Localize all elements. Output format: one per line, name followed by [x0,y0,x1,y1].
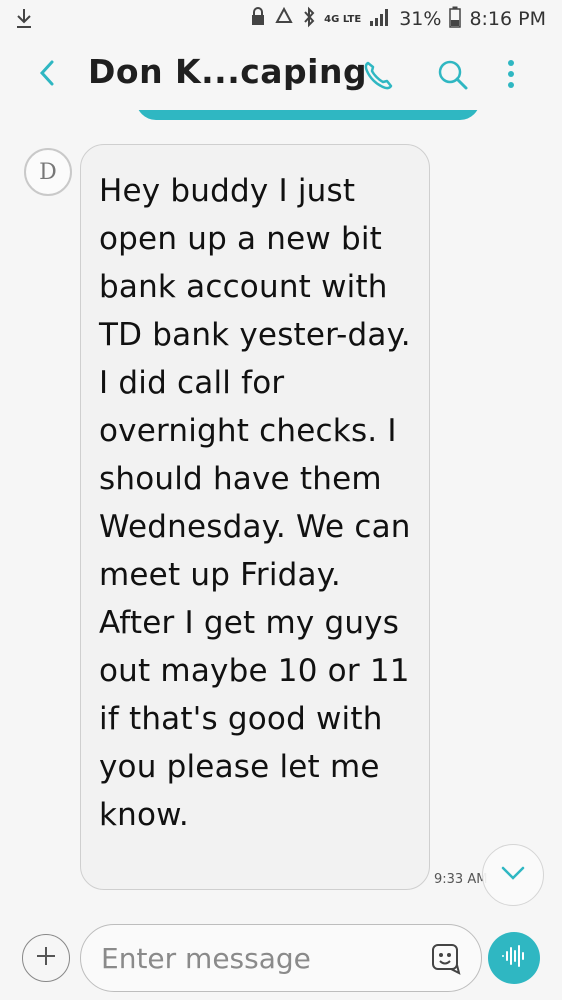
chevron-down-icon [499,864,527,886]
add-attachment-button[interactable] [22,934,70,982]
clock: 8:16 PM [469,8,546,30]
plus-icon [34,944,58,972]
phone-icon[interactable] [360,58,396,98]
sticker-icon[interactable] [429,941,465,981]
bluetooth-icon [302,6,316,32]
message-bubble[interactable]: Hey buddy I just open up a new bit bank … [80,144,430,890]
message-input-container[interactable] [80,924,482,992]
message-text: Hey buddy I just open up a new bit bank … [99,173,411,833]
status-bar: 4G LTE 31% 8:16 PM [0,0,562,38]
compose-bar [0,910,562,1000]
network-type: 4G LTE [324,13,362,25]
scroll-down-button[interactable] [482,844,544,906]
previous-message-bubble[interactable] [136,110,480,120]
voice-wave-icon [500,944,528,972]
battery-icon [449,6,462,32]
download-icon [14,7,34,33]
conversation-header: Don K...caping [0,38,562,110]
recycle-icon [274,6,294,31]
message-input[interactable] [101,935,401,981]
voice-input-button[interactable] [488,932,540,984]
avatar-letter: D [39,159,57,185]
message-timestamp: 9:33 AM [434,872,488,887]
back-icon[interactable] [36,58,58,92]
message-list[interactable]: D Hey buddy I just open up a new bit ban… [0,110,562,910]
lock-icon [250,7,266,31]
signal-icon [369,7,391,31]
battery-percent: 31% [399,8,442,30]
avatar[interactable]: D [24,148,72,196]
search-icon[interactable] [436,58,470,96]
contact-name[interactable]: Don K...caping [88,52,367,91]
more-icon[interactable] [504,56,518,96]
